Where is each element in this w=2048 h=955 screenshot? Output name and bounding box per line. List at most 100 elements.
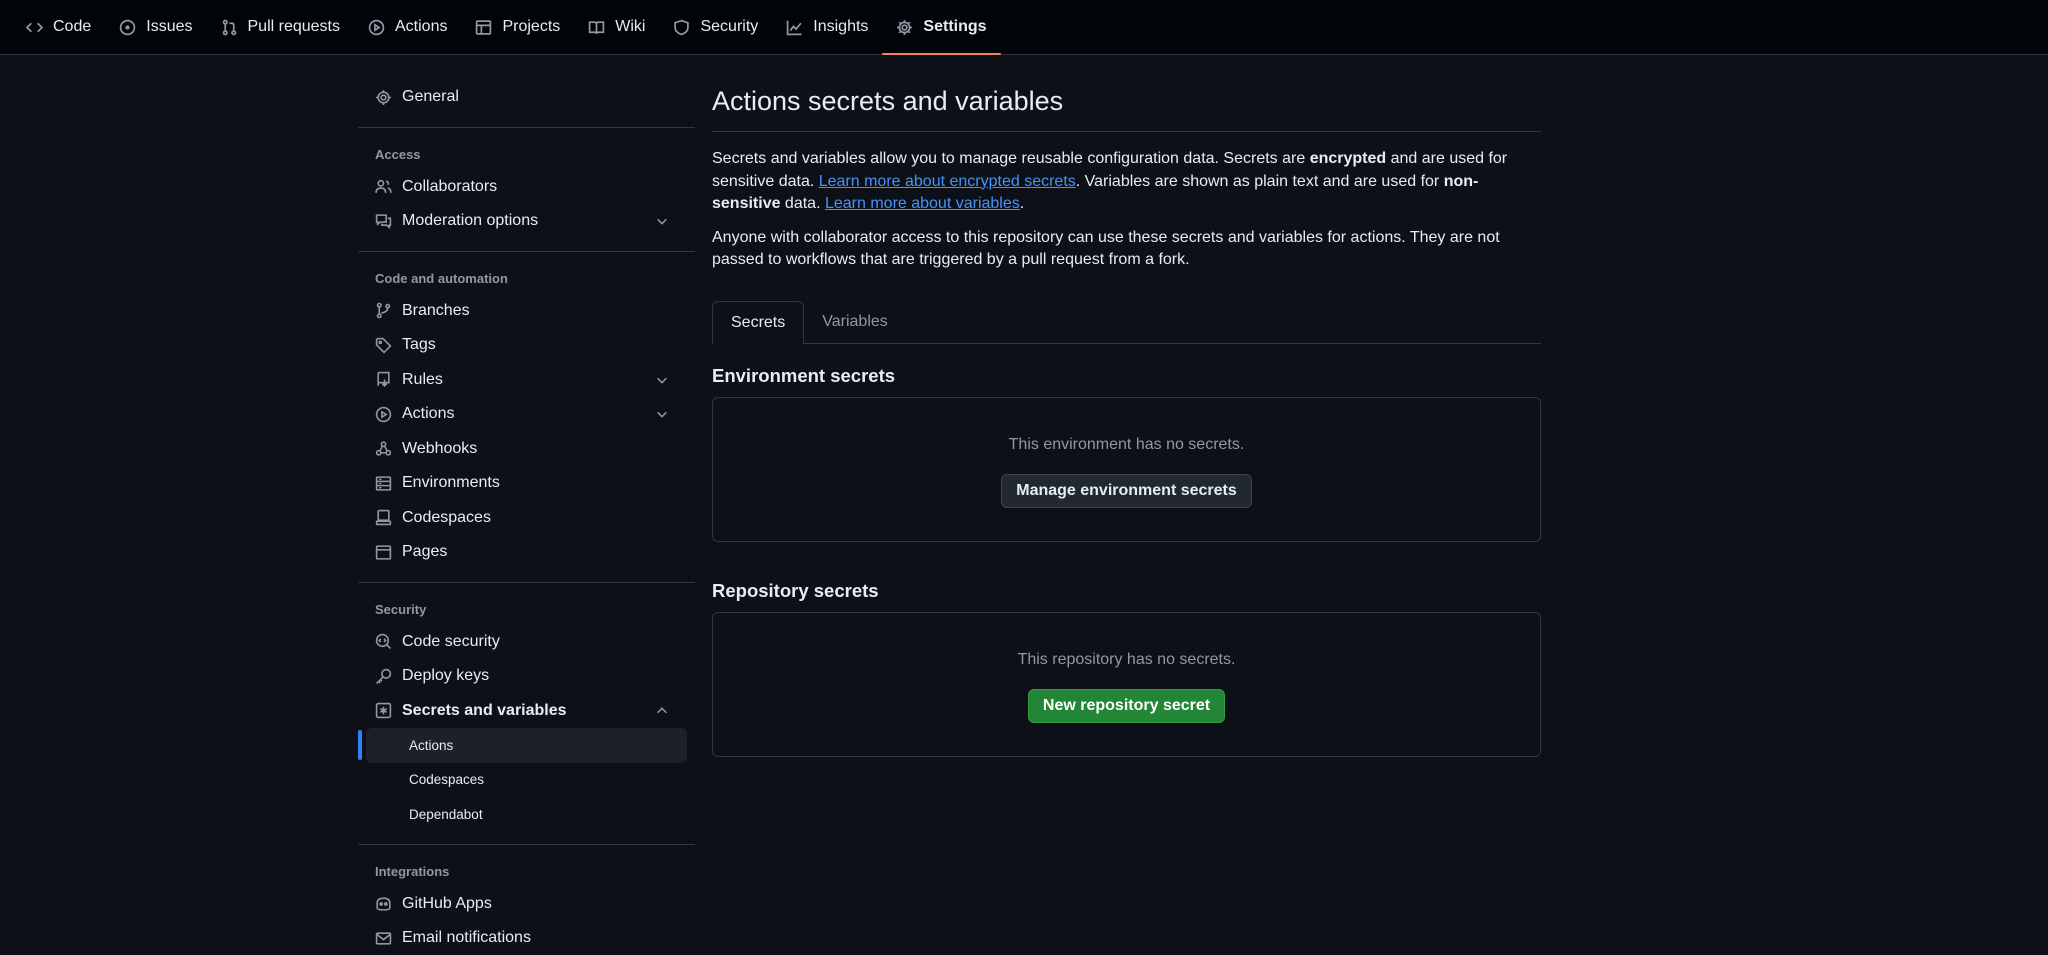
sidebar-item-email-notifications[interactable]: Email notifications [358, 921, 687, 955]
sidebar-item-label: Moderation options [402, 212, 539, 230]
tab-label: Wiki [615, 18, 646, 35]
tab-insights[interactable]: Insights [772, 0, 882, 55]
sidebar-subitem-dependabot[interactable]: Dependabot [366, 797, 687, 832]
chevron-down-icon[interactable] [655, 407, 669, 421]
tab-label: Issues [146, 18, 193, 35]
tab-label: Settings [923, 18, 987, 35]
people-icon [375, 180, 392, 194]
repo-push-icon [377, 372, 390, 388]
sidebar-divider [358, 126, 695, 128]
repo-nav: Code Issues Pull requests Actions Projec… [0, 0, 2048, 55]
sidebar-item-general[interactable]: General [358, 80, 687, 115]
intro-emphasis: encrypted [1309, 150, 1387, 167]
intro-text: data. [780, 195, 825, 212]
sidebar-item-label: Pages [402, 543, 448, 561]
sidebar-item-environments[interactable]: Environments [358, 466, 687, 501]
tab-label: Code [53, 18, 92, 35]
git-branch-icon [376, 302, 391, 319]
tab-label: Actions [395, 18, 448, 35]
issue-opened-icon [119, 19, 136, 35]
tab-wiki[interactable]: Wiki [574, 0, 659, 55]
environment-secrets-box: This environment has no secrets. Manage … [712, 396, 1541, 542]
sidebar-item-tags[interactable]: Tags [358, 328, 687, 363]
webhook-icon [375, 441, 392, 456]
sidebar-item-collaborators[interactable]: Collaborators [358, 170, 687, 205]
sidebar-item-branches[interactable]: Branches [358, 294, 687, 329]
repository-secrets-title: Repository secrets [712, 579, 879, 601]
codespaces-icon [375, 510, 392, 526]
learn-more-secrets-link[interactable]: Learn more about encrypted secrets [819, 173, 1076, 190]
browser-icon [375, 545, 392, 560]
page-title: Actions secrets and variables [712, 86, 1541, 132]
tab-issues[interactable]: Issues [105, 0, 206, 55]
sidebar-item-actions[interactable]: Actions [358, 397, 687, 432]
tab-label: Insights [813, 18, 869, 35]
sidebar-item-label: Tags [402, 336, 436, 354]
sidebar-item-codespaces[interactable]: Codespaces [358, 501, 687, 536]
tab-settings[interactable]: Settings [882, 0, 1001, 55]
sidebar-divider [358, 843, 695, 845]
sidebar-heading-code-automation: Code and automation [375, 271, 508, 286]
chevron-up-icon[interactable] [655, 704, 669, 718]
sidebar-item-label: Rules [402, 370, 443, 388]
book-icon [589, 20, 605, 34]
sidebar-item-moderation-options[interactable]: Moderation options [358, 204, 687, 239]
new-repository-secret-button[interactable]: New repository secret [1027, 688, 1226, 723]
sidebar-item-pages[interactable]: Pages [358, 535, 687, 570]
mail-icon [375, 932, 392, 945]
gear-icon [897, 19, 913, 35]
sidebar-item-deploy-keys[interactable]: Deploy keys [358, 659, 687, 694]
learn-more-variables-link[interactable]: Learn more about variables [825, 195, 1020, 212]
sidebar-item-code-security[interactable]: Code security [358, 625, 687, 660]
sidebar-item-label: Branches [402, 301, 470, 319]
comment-discussion-icon [375, 214, 392, 229]
intro-text: . [1019, 195, 1025, 212]
tab-variables[interactable]: Variables [804, 301, 906, 344]
environment-secrets-title: Environment secrets [712, 364, 896, 386]
tab-pull-requests[interactable]: Pull requests [207, 0, 355, 55]
sidebar-item-label: Collaborators [402, 177, 498, 195]
sidebar-subitem-actions[interactable]: Actions [366, 728, 687, 763]
tab-code[interactable]: Code [12, 0, 105, 55]
active-indicator [358, 730, 362, 760]
table-icon [476, 19, 492, 35]
access-note: Anyone with collaborator access to this … [712, 228, 1500, 269]
git-pull-request-icon [222, 19, 236, 35]
sidebar-heading-access: Access [375, 147, 421, 162]
sidebar-item-github-apps[interactable]: GitHub Apps [358, 887, 687, 922]
play-icon [375, 406, 392, 422]
repository-secrets-box: This repository has no secrets. New repo… [712, 611, 1541, 757]
key-icon [376, 668, 392, 684]
codescan-icon [375, 634, 391, 650]
sidebar-item-label: Deploy keys [402, 667, 490, 685]
graph-icon [787, 20, 802, 35]
sidebar-item-webhooks[interactable]: Webhooks [358, 432, 687, 467]
sidebar-item-label: Environments [402, 474, 500, 492]
tab-actions[interactable]: Actions [354, 0, 461, 55]
tab-projects[interactable]: Projects [461, 0, 574, 55]
chevron-down-icon[interactable] [655, 373, 669, 387]
shield-icon [674, 19, 690, 35]
sidebar-subitem-codespaces[interactable]: Codespaces [366, 763, 687, 798]
sidebar-item-label: Webhooks [402, 439, 478, 457]
sidebar-heading-security: Security [375, 602, 427, 617]
environment-empty-message: This environment has no secrets. [1008, 435, 1245, 453]
sidebar-heading-integrations: Integrations [375, 864, 450, 879]
sidebar-item-secrets-and-variables[interactable]: Secrets and variables [358, 694, 687, 729]
tab-security[interactable]: Security [659, 0, 772, 55]
sidebar-item-rules[interactable]: Rules [358, 363, 687, 398]
manage-environment-secrets-button[interactable]: Manage environment secrets [1001, 473, 1252, 508]
tag-icon [375, 337, 392, 354]
sidebar-item-label: Codespaces [402, 508, 491, 526]
tab-secrets[interactable]: Secrets [712, 300, 805, 345]
sidebar-item-label: Code security [402, 632, 500, 650]
code-icon [26, 22, 43, 32]
gear-icon [376, 89, 391, 105]
sidebar-item-label: Email notifications [402, 929, 531, 947]
tab-label: Pull requests [247, 18, 341, 35]
chevron-down-icon[interactable] [655, 214, 669, 228]
main-content: Actions secrets and variables Secrets an… [712, 55, 1541, 757]
tab-label: Security [700, 18, 759, 35]
sidebar-item-label: General [402, 88, 459, 106]
sidebar-divider [358, 250, 695, 252]
